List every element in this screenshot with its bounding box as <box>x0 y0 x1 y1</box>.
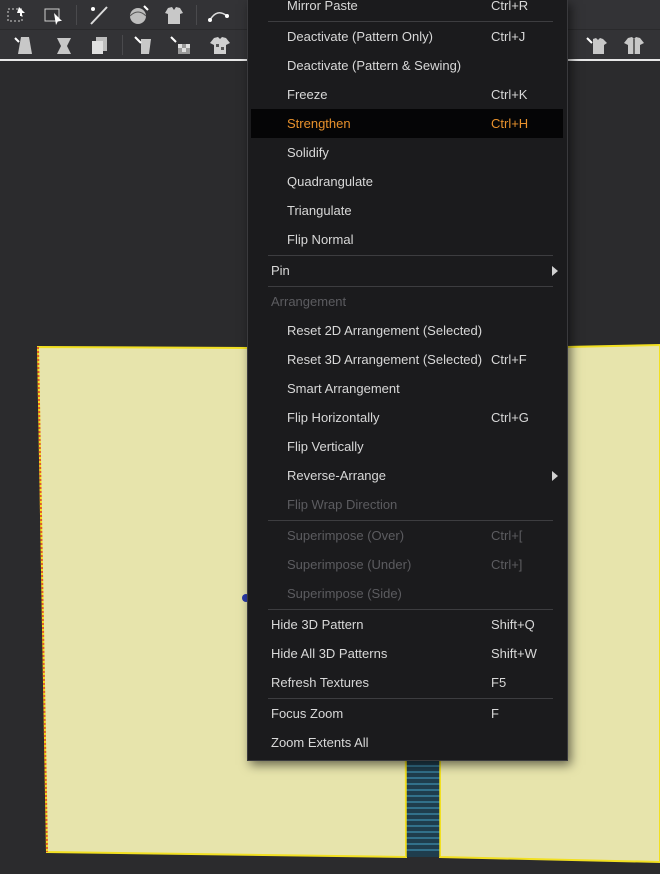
tshirt-icon[interactable] <box>583 32 611 58</box>
menu-item-label: Deactivate (Pattern & Sewing) <box>287 58 462 73</box>
fabric-copy-icon[interactable] <box>86 32 114 58</box>
menu-item-label: Pin <box>271 263 290 278</box>
garment-icon[interactable] <box>160 2 188 28</box>
menu-item-reverse-arrange[interactable]: Reverse-Arrange <box>251 461 563 490</box>
toolbar-separator <box>76 5 77 25</box>
menu-item-pin[interactable]: Pin <box>251 256 563 285</box>
menu-item-mirror-paste[interactable]: Mirror Paste Ctrl+R <box>251 0 563 20</box>
menu-item-shortcut: Ctrl+K <box>491 87 528 102</box>
menu-section-label: Arrangement <box>271 294 347 309</box>
menu-item-label: Hide 3D Pattern <box>271 617 364 632</box>
menu-item-hide-all-3d-patterns[interactable]: Hide All 3D Patterns Shift+W <box>251 639 563 668</box>
menu-item-label: Triangulate <box>287 203 352 218</box>
garment-fold-icon[interactable] <box>50 32 78 58</box>
select-transform-pattern-icon[interactable] <box>3 2 31 28</box>
menu-item-focus-zoom[interactable]: Focus Zoom F <box>251 699 563 728</box>
toolbar-separator <box>122 35 123 55</box>
context-menu: Mirror Paste Ctrl+R Deactivate (Pattern … <box>247 0 568 761</box>
edit-curve-icon[interactable] <box>205 2 233 28</box>
menu-item-label: Superimpose (Side) <box>287 586 402 601</box>
menu-item-flip-vertically[interactable]: Flip Vertically <box>251 432 563 461</box>
menu-item-shortcut: Ctrl+G <box>491 410 529 425</box>
menu-item-flip-horizontally[interactable]: Flip Horizontally Ctrl+G <box>251 403 563 432</box>
menu-item-shortcut: F <box>491 706 499 721</box>
menu-item-shortcut: Ctrl+F <box>491 352 527 367</box>
menu-item-superimpose-under: Superimpose (Under) Ctrl+] <box>251 550 563 579</box>
menu-item-label: Reset 3D Arrangement (Selected) <box>287 352 483 367</box>
menu-item-freeze[interactable]: Freeze Ctrl+K <box>251 80 563 109</box>
avatar-dress-icon[interactable] <box>11 32 39 58</box>
menu-item-shortcut: F5 <box>491 675 507 690</box>
edit-pattern-icon[interactable] <box>40 2 68 28</box>
menu-item-refresh-textures[interactable]: Refresh Textures F5 <box>251 668 563 697</box>
menu-item-shortcut: Ctrl+H <box>491 116 529 131</box>
menu-item-smart-arrangement[interactable]: Smart Arrangement <box>251 374 563 403</box>
menu-item-quadrangulate[interactable]: Quadrangulate <box>251 167 563 196</box>
menu-item-label: Deactivate (Pattern Only) <box>287 29 433 44</box>
zip-shirt-icon[interactable] <box>620 32 648 58</box>
menu-item-label: Quadrangulate <box>287 174 374 189</box>
menu-item-flip-wrap-direction: Flip Wrap Direction <box>251 490 563 519</box>
menu-item-label: Focus Zoom <box>271 706 344 721</box>
menu-item-deactivate-pattern-sewing[interactable]: Deactivate (Pattern & Sewing) <box>251 51 563 80</box>
menu-item-label: Solidify <box>287 145 329 160</box>
submenu-arrow-icon <box>552 266 558 276</box>
menu-item-label: Superimpose (Over) <box>287 528 405 543</box>
shirt-pattern-icon[interactable] <box>206 32 234 58</box>
menu-item-label: Zoom Extents All <box>271 735 369 750</box>
menu-item-label: Strengthen <box>287 116 351 131</box>
menu-item-shortcut: Shift+W <box>491 646 537 661</box>
avatar-pin-icon[interactable] <box>131 32 159 58</box>
submenu-arrow-icon <box>552 471 558 481</box>
menu-item-shortcut: Ctrl+J <box>491 29 526 44</box>
menu-item-triangulate[interactable]: Triangulate <box>251 196 563 225</box>
ball-icon[interactable] <box>124 2 152 28</box>
menu-item-label: Freeze <box>287 87 328 102</box>
menu-item-label: Reverse-Arrange <box>287 468 386 483</box>
menu-item-deactivate-pattern-only[interactable]: Deactivate (Pattern Only) Ctrl+J <box>251 22 563 51</box>
menu-item-label: Flip Horizontally <box>287 410 380 425</box>
menu-item-label: Smart Arrangement <box>287 381 400 396</box>
menu-item-label: Refresh Textures <box>271 675 370 690</box>
toolbar-separator <box>196 5 197 25</box>
menu-item-label: Hide All 3D Patterns <box>271 646 388 661</box>
menu-item-zoom-extents-all[interactable]: Zoom Extents All <box>251 728 563 757</box>
menu-item-label: Superimpose (Under) <box>287 557 412 572</box>
menu-section-arrangement: Arrangement <box>251 287 563 316</box>
menu-item-flip-normal[interactable]: Flip Normal <box>251 225 563 254</box>
menu-item-label: Flip Vertically <box>287 439 364 454</box>
menu-item-label: Reset 2D Arrangement (Selected) <box>287 323 483 338</box>
menu-item-shortcut: Shift+Q <box>491 617 535 632</box>
menu-item-shortcut: Ctrl+] <box>491 557 523 572</box>
menu-item-solidify[interactable]: Solidify <box>251 138 563 167</box>
menu-item-shortcut: Ctrl+[ <box>491 528 523 543</box>
menu-item-reset-3d-arrangement[interactable]: Reset 3D Arrangement (Selected) Ctrl+F <box>251 345 563 374</box>
menu-item-label: Flip Wrap Direction <box>287 497 398 512</box>
menu-item-hide-3d-pattern[interactable]: Hide 3D Pattern Shift+Q <box>251 610 563 639</box>
arrange-points-icon[interactable] <box>167 32 195 58</box>
menu-item-reset-2d-arrangement[interactable]: Reset 2D Arrangement (Selected) <box>251 316 563 345</box>
sewing-strip-lines <box>406 765 440 851</box>
needle-icon[interactable] <box>85 2 113 28</box>
menu-item-superimpose-over: Superimpose (Over) Ctrl+[ <box>251 521 563 550</box>
menu-item-shortcut: Ctrl+R <box>491 0 529 13</box>
menu-item-label: Flip Normal <box>287 232 354 247</box>
menu-item-strengthen[interactable]: Strengthen Ctrl+H <box>251 109 563 138</box>
menu-item-label: Mirror Paste <box>287 0 358 13</box>
menu-item-superimpose-side: Superimpose (Side) <box>251 579 563 608</box>
